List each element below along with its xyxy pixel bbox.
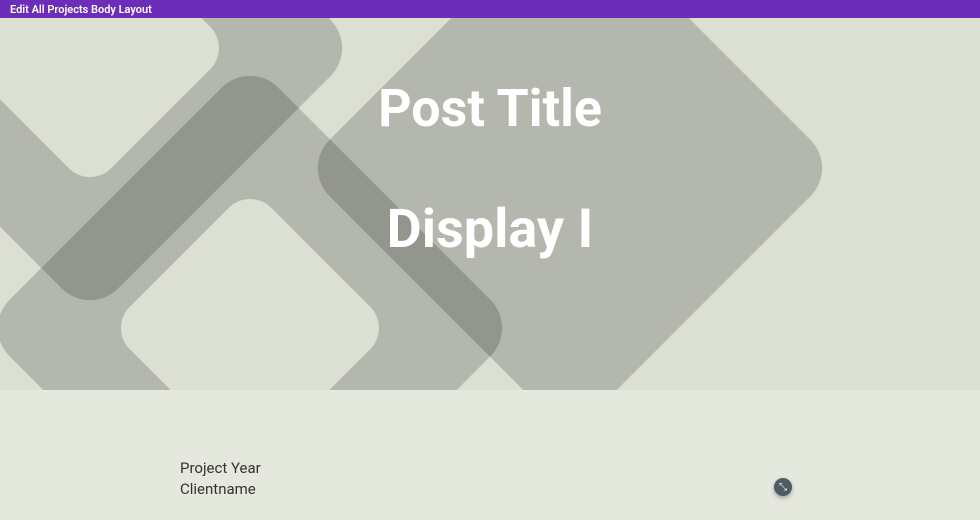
display-subtitle: Display I bbox=[0, 198, 980, 261]
resize-handle[interactable]: ⤡ bbox=[774, 478, 792, 496]
page-title: Edit All Projects Body Layout bbox=[10, 3, 152, 16]
project-year-label: Project Year bbox=[180, 458, 261, 479]
resize-icon: ⤡ bbox=[779, 482, 787, 493]
top-bar: Edit All Projects Body Layout bbox=[0, 0, 980, 18]
client-name-label: Clientname bbox=[180, 479, 261, 500]
hero-section: Post Title Display I bbox=[0, 18, 980, 390]
post-title: Post Title bbox=[0, 78, 980, 139]
canvas: Post Title Display I Project Year Client… bbox=[0, 18, 980, 520]
project-meta: Project Year Clientname bbox=[180, 458, 261, 500]
